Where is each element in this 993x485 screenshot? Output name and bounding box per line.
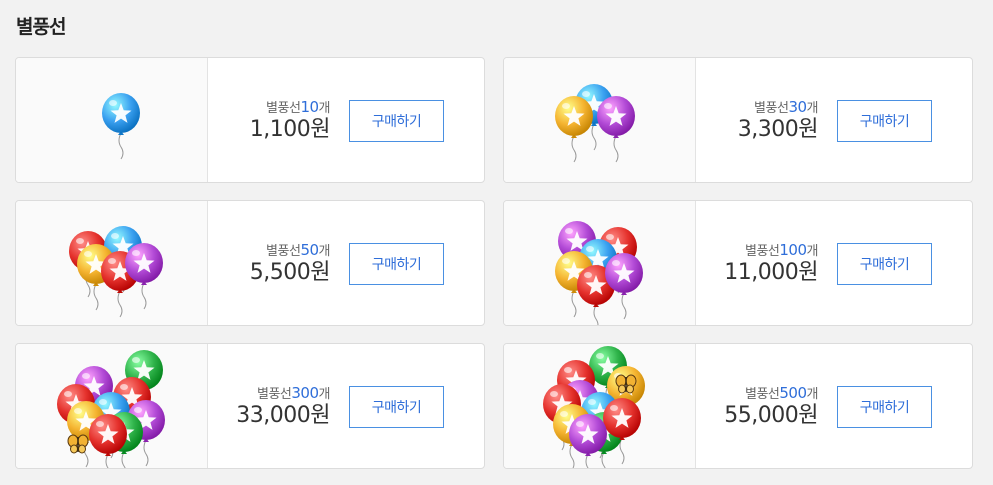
product-price: 55,000원 — [724, 403, 818, 428]
balloon-string — [93, 283, 99, 311]
product-price: 1,100원 — [249, 117, 331, 142]
balloon-string — [619, 437, 625, 465]
buy-button[interactable]: 구매하기 — [837, 386, 932, 428]
product-count: 500 — [779, 384, 807, 402]
balloon-string — [121, 451, 126, 468]
product-count: 50 — [300, 241, 319, 259]
product-card: 별풍선300개 33,000원 구매하기 — [15, 343, 485, 469]
product-name: 별풍선500개 — [745, 384, 819, 402]
product-name: 별풍선30개 — [754, 98, 818, 116]
product-count: 100 — [779, 241, 807, 259]
balloon-illustration-icon — [69, 226, 163, 318]
buy-button[interactable]: 구매하기 — [837, 100, 932, 142]
product-grid: 별풍선10개 1,100원 구매하기 별풍선30개 3,300원 구매하기 별풍… — [15, 57, 975, 471]
buy-button[interactable]: 구매하기 — [349, 100, 444, 142]
balloon-string — [105, 453, 109, 468]
balloon-image — [504, 201, 696, 325]
balloon-icon — [102, 93, 140, 135]
balloon-string — [613, 135, 619, 163]
balloon-string — [143, 439, 149, 467]
product-card: 별풍선50개 5,500원 구매하기 — [15, 200, 485, 326]
product-name: 별풍선50개 — [266, 241, 330, 259]
butterfly-icon — [615, 374, 637, 394]
buy-button[interactable]: 구매하기 — [837, 243, 932, 285]
product-card: 별풍선100개 11,000원 구매하기 — [503, 200, 973, 326]
balloon-illustration-icon — [543, 346, 645, 468]
balloon-illustration-icon — [57, 350, 165, 468]
balloon-image — [16, 58, 208, 182]
product-count: 300 — [291, 384, 319, 402]
balloon-string — [593, 304, 599, 325]
product-name: 별풍선100개 — [745, 241, 819, 259]
balloon-string — [117, 290, 123, 318]
product-price: 3,300원 — [737, 117, 819, 142]
balloon-illustration-icon — [555, 84, 635, 163]
balloon-image — [504, 344, 696, 468]
buy-button[interactable]: 구매하기 — [349, 386, 444, 428]
product-name: 별풍선10개 — [266, 98, 330, 116]
balloon-string — [141, 282, 147, 310]
product-count: 30 — [788, 98, 807, 116]
buy-button[interactable]: 구매하기 — [349, 243, 444, 285]
balloon-string — [601, 451, 606, 468]
balloon-string — [621, 292, 627, 320]
balloon-string — [569, 443, 575, 468]
balloon-illustration-icon — [555, 221, 643, 325]
product-card: 별풍선30개 3,300원 구매하기 — [503, 57, 973, 183]
product-price: 11,000원 — [724, 260, 818, 285]
butterfly-icon — [67, 434, 89, 454]
page-title: 별풍선 — [16, 16, 66, 38]
product-count: 10 — [300, 98, 319, 116]
balloon-icon — [597, 96, 635, 138]
product-price: 33,000원 — [236, 403, 330, 428]
balloon-string — [571, 290, 577, 318]
balloon-string — [591, 123, 597, 151]
product-card: 별풍선10개 1,100원 구매하기 — [15, 57, 485, 183]
product-price: 5,500원 — [249, 260, 331, 285]
balloon-string — [571, 135, 577, 163]
balloon-illustration-icon — [102, 93, 140, 160]
balloon-string — [118, 132, 124, 160]
balloon-image — [16, 201, 208, 325]
balloon-image — [504, 58, 696, 182]
balloon-icon — [555, 96, 593, 138]
product-card: 별풍선500개 55,000원 구매하기 — [503, 343, 973, 469]
product-name: 별풍선300개 — [257, 384, 331, 402]
balloon-image — [16, 344, 208, 468]
balloon-string — [585, 453, 589, 468]
